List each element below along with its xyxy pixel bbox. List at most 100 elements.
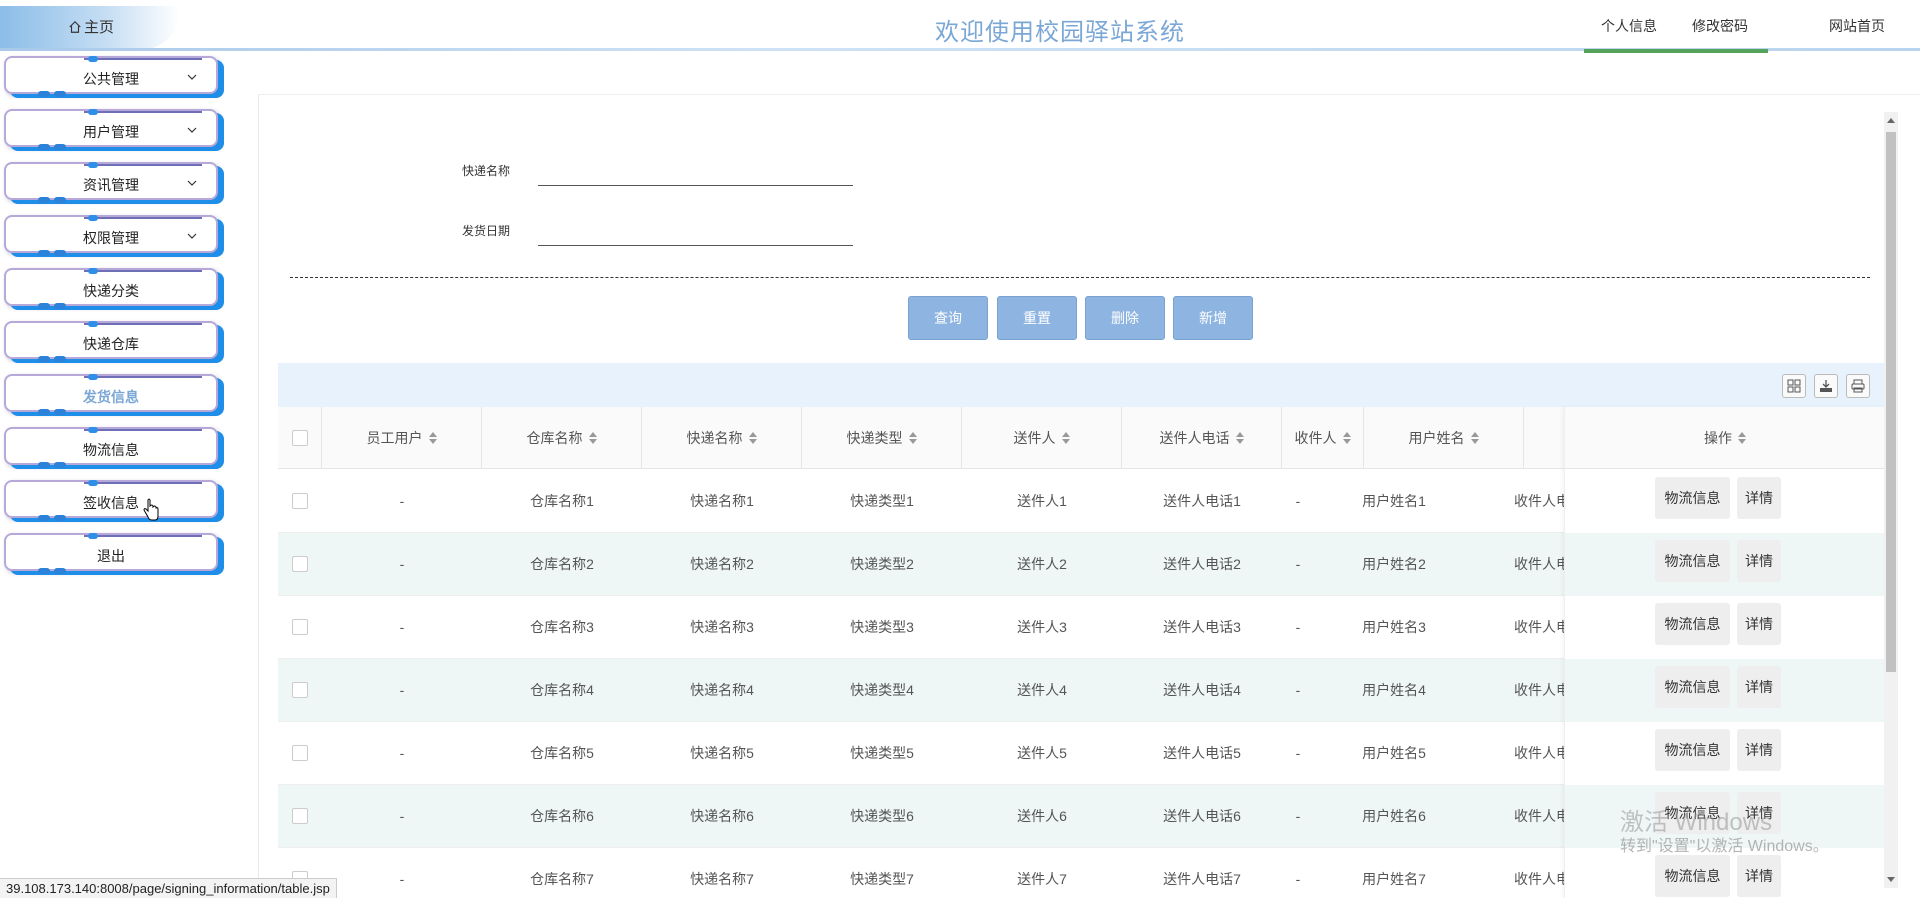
operations-row: 物流信息 详情 — [1565, 470, 1884, 533]
cell-express-type: 快递类型2 — [850, 556, 914, 572]
sidebar-item-shipping-info[interactable]: 发货信息 — [4, 372, 222, 416]
delete-button[interactable]: 删除 — [1085, 296, 1165, 340]
col-express-name[interactable]: 快递名称 — [642, 407, 802, 469]
scroll-down-arrow[interactable] — [1887, 877, 1895, 882]
scroll-up-arrow[interactable] — [1887, 118, 1895, 123]
row-checkbox[interactable] — [292, 682, 308, 698]
cell-sender-phone: 送件人电话4 — [1163, 682, 1241, 698]
cell-sender-phone: 送件人电话1 — [1163, 493, 1241, 509]
sidebar-item-express-warehouse[interactable]: 快递仓库 — [4, 319, 222, 363]
cell-sender-phone: 送件人电话6 — [1163, 808, 1241, 824]
column-title: 快递类型 — [846, 430, 903, 446]
logistics-info-button[interactable]: 物流信息 — [1655, 540, 1730, 582]
cell-express-type: 快递类型1 — [850, 493, 914, 509]
ship-date-input[interactable] — [538, 222, 853, 246]
logistics-info-button[interactable]: 物流信息 — [1655, 666, 1730, 708]
column-toggle-button[interactable] — [1782, 374, 1806, 398]
cell-receiver: - — [1295, 682, 1301, 698]
grid-icon — [1787, 379, 1801, 393]
cell-user-name: 用户姓名1 — [1362, 493, 1426, 509]
row-checkbox[interactable] — [292, 556, 308, 572]
cell-receiver: - — [1295, 556, 1301, 572]
operations-row: 物流信息 详情 — [1565, 722, 1884, 785]
cell-user-name: 用户姓名7 — [1362, 871, 1426, 887]
sidebar-item-logout[interactable]: 退出 — [4, 531, 222, 575]
cell-sender-phone: 送件人电话3 — [1163, 619, 1241, 635]
column-title: 操作 — [1704, 429, 1732, 446]
detail-button[interactable]: 详情 — [1737, 477, 1781, 519]
sidebar-item-permissions[interactable]: 权限管理 — [4, 213, 222, 257]
detail-button[interactable]: 详情 — [1737, 603, 1781, 645]
logistics-info-button[interactable]: 物流信息 — [1655, 729, 1730, 771]
sidebar-item-signing-info[interactable]: 签收信息 — [4, 478, 222, 522]
sidebar-item-express-category[interactable]: 快递分类 — [4, 266, 222, 310]
cell-sender-phone: 送件人电话5 — [1163, 745, 1241, 761]
sort-icon — [1061, 432, 1070, 444]
nav-active-underline — [1584, 49, 1768, 53]
vertical-scrollbar[interactable] — [1884, 112, 1898, 888]
cell-user-name: 用户姓名6 — [1362, 808, 1426, 824]
cell-receiver-phone: 收件人电话3 — [1514, 619, 1564, 635]
col-warehouse-name[interactable]: 仓库名称 — [482, 407, 642, 469]
sort-icon — [1235, 432, 1244, 444]
cell-express-type: 快递类型6 — [850, 808, 914, 824]
cell-express-type: 快递类型4 — [850, 682, 914, 698]
reset-button[interactable]: 重置 — [997, 296, 1077, 340]
nav-site-home[interactable]: 网站首页 — [1829, 16, 1885, 36]
detail-button[interactable]: 详情 — [1737, 855, 1781, 897]
cell-user-name: 用户姓名3 — [1362, 619, 1426, 635]
scroll-thumb[interactable] — [1886, 132, 1896, 672]
cell-express-name: 快递名称6 — [690, 808, 754, 824]
print-icon — [1851, 379, 1865, 393]
operations-row: 物流信息 详情 — [1565, 659, 1884, 722]
cell-sender: 送件人4 — [1017, 682, 1067, 698]
top-header: 主页 欢迎使用校园驿站系统 个人信息 修改密码 网站首页 — [0, 0, 1920, 53]
sidebar-item-logistics-info[interactable]: 物流信息 — [4, 425, 222, 469]
sort-icon — [428, 432, 437, 444]
col-sender-phone[interactable]: 送件人电话 — [1122, 407, 1282, 469]
nav-change-password[interactable]: 修改密码 — [1692, 16, 1748, 36]
cell-receiver: - — [1295, 493, 1301, 509]
detail-button[interactable]: 详情 — [1737, 540, 1781, 582]
detail-button[interactable]: 详情 — [1737, 666, 1781, 708]
row-checkbox[interactable] — [292, 619, 308, 635]
sidebar-item-label: 退出 — [97, 548, 125, 564]
export-button[interactable] — [1814, 374, 1838, 398]
row-checkbox[interactable] — [292, 745, 308, 761]
col-user-name[interactable]: 用户姓名 — [1364, 407, 1524, 469]
pointer-cursor-icon — [143, 498, 159, 521]
row-checkbox[interactable] — [292, 493, 308, 509]
form-divider — [290, 277, 1870, 278]
col-staff-user[interactable]: 员工用户 — [322, 407, 482, 469]
nav-profile[interactable]: 个人信息 — [1601, 16, 1657, 36]
sidebar-item-news[interactable]: 资讯管理 — [4, 160, 222, 204]
add-button[interactable]: 新增 — [1173, 296, 1253, 340]
column-title: 用户姓名 — [1408, 430, 1465, 446]
col-express-type[interactable]: 快递类型 — [802, 407, 962, 469]
query-button[interactable]: 查询 — [908, 296, 988, 340]
row-checkbox[interactable] — [292, 808, 308, 824]
status-url: 39.108.173.140:8008/page/signing_informa… — [0, 878, 337, 898]
column-title: 员工用户 — [366, 430, 423, 446]
export-icon — [1820, 380, 1832, 392]
logistics-info-button[interactable]: 物流信息 — [1655, 603, 1730, 645]
sort-icon — [908, 432, 917, 444]
col-operations[interactable]: 操作 — [1565, 407, 1884, 469]
column-title: 送件人 — [1013, 430, 1056, 446]
chevron-down-icon — [187, 233, 197, 239]
select-all-checkbox[interactable] — [291, 430, 308, 446]
cell-warehouse: 仓库名称5 — [530, 745, 594, 761]
column-title: 收件人 — [1294, 430, 1337, 446]
logistics-info-button[interactable]: 物流信息 — [1655, 855, 1730, 897]
logistics-info-button[interactable]: 物流信息 — [1655, 477, 1730, 519]
sidebar-item-label: 快递分类 — [83, 283, 139, 299]
print-button[interactable] — [1846, 374, 1870, 398]
col-sender[interactable]: 送件人 — [962, 407, 1122, 469]
express-name-input[interactable] — [538, 162, 853, 186]
detail-button[interactable]: 详情 — [1737, 729, 1781, 771]
cell-express-name: 快递名称1 — [690, 493, 754, 509]
sidebar-item-public[interactable]: 公共管理 — [4, 54, 222, 98]
col-receiver[interactable]: 收件人 — [1282, 407, 1364, 469]
sidebar-item-users[interactable]: 用户管理 — [4, 107, 222, 151]
cell-user-name: 用户姓名2 — [1362, 556, 1426, 572]
